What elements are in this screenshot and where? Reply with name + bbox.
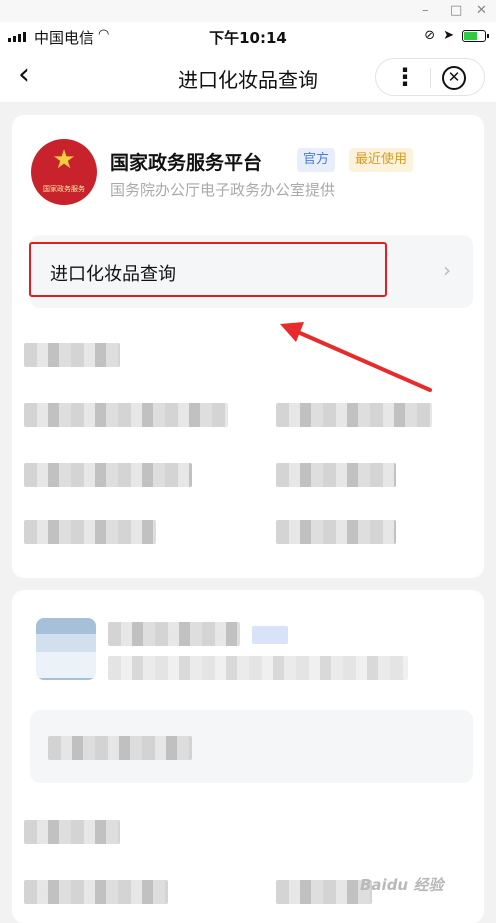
cosmetics-query-entry[interactable]: 进口化妆品查询 › xyxy=(30,235,473,308)
blurred-entry-label xyxy=(48,736,192,760)
miniprogram-capsule: ⋮ ✕ xyxy=(375,58,485,96)
blurred-service-item[interactable] xyxy=(276,880,372,904)
status-bar: 中国电信 ◠ 下午10:14 ⊘ ➤ xyxy=(0,22,496,52)
blurred-badge xyxy=(252,626,288,644)
org-subtitle: 国务院办公厅电子政务办公室提供 xyxy=(110,181,336,199)
official-badge: 官方 xyxy=(297,148,336,172)
close-circle-icon[interactable]: ✕ xyxy=(442,66,466,90)
blurred-service-item[interactable] xyxy=(276,520,396,544)
recent-use-badge: 最近使用 xyxy=(349,148,414,172)
maximize-icon[interactable]: □ xyxy=(450,3,462,18)
more-dots-icon[interactable]: ⋮ xyxy=(393,62,417,92)
capsule-divider xyxy=(430,68,431,88)
blurred-org-name xyxy=(108,622,240,646)
blurred-service-item[interactable] xyxy=(24,463,192,487)
chevron-right-icon: › xyxy=(443,258,451,282)
emblem-caption: 国家政务服务 xyxy=(43,185,85,193)
star-icon: ★ xyxy=(52,145,76,175)
battery-icon xyxy=(462,29,489,42)
navigation-bar: ‹ 进口化妆品查询 ⋮ ✕ xyxy=(0,52,496,102)
blurred-section-title xyxy=(24,820,120,844)
window-close-icon[interactable]: ✕ xyxy=(476,3,487,18)
blurred-org-subtitle xyxy=(108,656,408,680)
org-name[interactable]: 国家政务服务平台 xyxy=(110,148,262,175)
blurred-service-item[interactable] xyxy=(276,403,432,427)
clock: 下午10:14 xyxy=(209,29,287,47)
national-emblem-logo: ★ 国家政务服务 xyxy=(31,139,97,205)
blurred-section-title xyxy=(24,343,120,367)
blurred-service-item[interactable] xyxy=(24,880,168,904)
rotation-lock-icon: ⊘ xyxy=(424,28,436,43)
location-icon: ➤ xyxy=(443,28,454,43)
blurred-service-item[interactable] xyxy=(24,520,156,544)
blurred-service-item[interactable] xyxy=(276,463,396,487)
entry-label: 进口化妆品查询 xyxy=(50,264,176,285)
blurred-avatar xyxy=(36,618,96,680)
window-titlebar: – □ ✕ xyxy=(0,0,496,22)
minimize-icon[interactable]: – xyxy=(422,3,429,18)
service-card: ★ 国家政务服务 国家政务服务平台 官方 最近使用 国务院办公厅电子政务办公室提… xyxy=(12,115,484,578)
blurred-service-item[interactable] xyxy=(24,403,228,427)
baidu-watermark: Baidu 经验 xyxy=(360,876,444,894)
